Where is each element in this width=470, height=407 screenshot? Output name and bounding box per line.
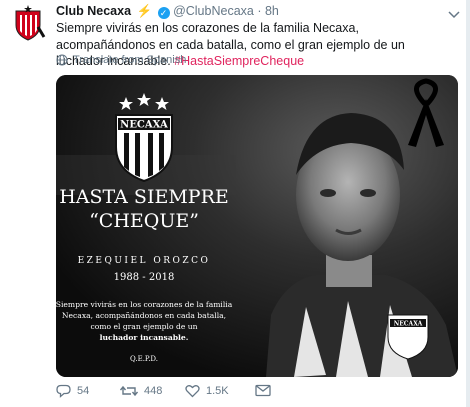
separator-dot: · bbox=[257, 4, 262, 18]
hashtag-link[interactable]: #HastaSiempreCheque bbox=[174, 54, 304, 68]
reply-count: 54 bbox=[77, 385, 90, 397]
poster-person-name: EZEQUIEL OROZCO bbox=[78, 256, 211, 266]
lightning-bolt-icon: ⚡ bbox=[136, 4, 153, 18]
chevron-down-icon[interactable] bbox=[448, 7, 460, 19]
poster-message-line: Necaxa, acompañándonos en cada batalla, bbox=[62, 311, 226, 320]
translate-link[interactable]: Translate from Spanish bbox=[56, 54, 186, 66]
author-handle[interactable]: @ClubNecaxa bbox=[173, 4, 254, 18]
scrollbar[interactable] bbox=[466, 0, 470, 407]
verified-badge-icon: ✓ bbox=[157, 7, 170, 19]
direct-message-button[interactable] bbox=[255, 384, 271, 397]
necaxa-crest-icon bbox=[8, 3, 48, 43]
tweet-actions: 54 448 1.5K bbox=[56, 384, 356, 404]
poster-nickname: “CHEQUE” bbox=[89, 210, 199, 232]
reply-button[interactable]: 54 bbox=[56, 384, 89, 398]
crest-text: NECAXA bbox=[120, 120, 168, 131]
like-button[interactable]: 1.5K bbox=[185, 384, 229, 398]
globe-icon bbox=[56, 54, 68, 66]
tweet-timestamp[interactable]: 8h bbox=[265, 4, 279, 18]
tweet-header: Club Necaxa ⚡ ✓ @ClubNecaxa · 8h bbox=[56, 4, 279, 19]
envelope-icon bbox=[255, 384, 271, 397]
retweet-icon bbox=[120, 385, 138, 397]
like-count: 1.5K bbox=[206, 385, 229, 397]
heart-icon bbox=[185, 385, 200, 398]
retweet-count: 448 bbox=[144, 385, 163, 397]
translate-label: Translate from Spanish bbox=[73, 54, 187, 66]
poster-message-line: Siempre vivirás en los corazones de la f… bbox=[56, 300, 233, 309]
poster-message-line: luchador incansable. bbox=[100, 333, 189, 342]
author-name[interactable]: Club Necaxa bbox=[56, 4, 131, 18]
tweet-media-image[interactable]: NECAXA NECAXA HASTA SIEMPRE “CHEQUE” EZE… bbox=[56, 75, 458, 377]
poster-message-line: como el gran ejemplo de un bbox=[90, 322, 197, 331]
avatar[interactable] bbox=[8, 3, 48, 43]
poster-years: 1988 - 2018 bbox=[114, 272, 175, 283]
jersey-crest-text: NECAXA bbox=[394, 321, 423, 328]
tweet: Club Necaxa ⚡ ✓ @ClubNecaxa · 8h Siempre… bbox=[0, 0, 470, 407]
memorial-poster: NECAXA NECAXA HASTA SIEMPRE “CHEQUE” EZE… bbox=[56, 75, 458, 377]
retweet-button[interactable]: 448 bbox=[120, 384, 162, 398]
poster-rip: Q.E.P.D. bbox=[130, 355, 158, 363]
poster-headline: HASTA SIEMPRE bbox=[59, 186, 229, 208]
reply-icon bbox=[56, 384, 71, 398]
